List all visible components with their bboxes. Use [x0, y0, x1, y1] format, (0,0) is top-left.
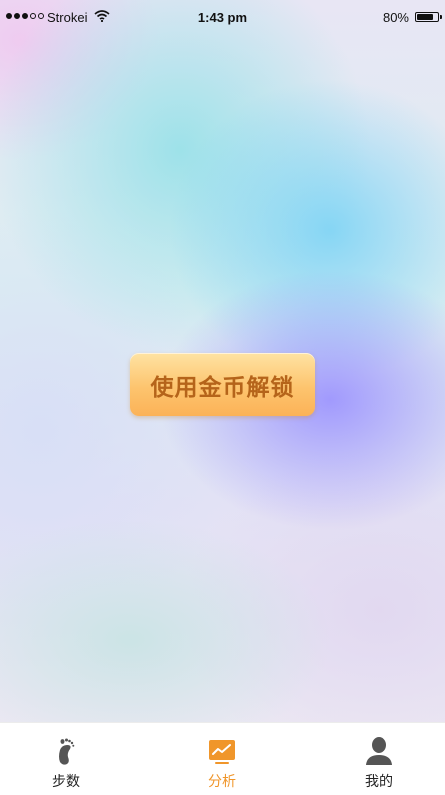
tab-label-analysis: 分析	[208, 773, 236, 789]
tab-bar: 步数 分析 我的	[0, 722, 445, 795]
battery-icon	[415, 12, 439, 22]
tab-label-profile: 我的	[365, 773, 393, 789]
status-bar: Strokei 1:43 pm 80%	[0, 0, 445, 36]
tab-analysis[interactable]: 分析	[172, 723, 272, 795]
tab-steps[interactable]: 步数	[16, 723, 116, 795]
tab-profile[interactable]: 我的	[329, 723, 429, 795]
tab-label-steps: 步数	[52, 773, 80, 789]
battery-level	[417, 14, 433, 20]
person-icon	[363, 735, 395, 767]
unlock-with-coins-button[interactable]: 使用金币解锁	[130, 353, 315, 416]
chart-icon	[206, 735, 238, 767]
battery-percentage: 80%	[382, 10, 409, 25]
status-time: 1:43 pm	[197, 10, 248, 25]
footprint-icon	[50, 735, 82, 767]
battery-cap	[440, 15, 442, 19]
